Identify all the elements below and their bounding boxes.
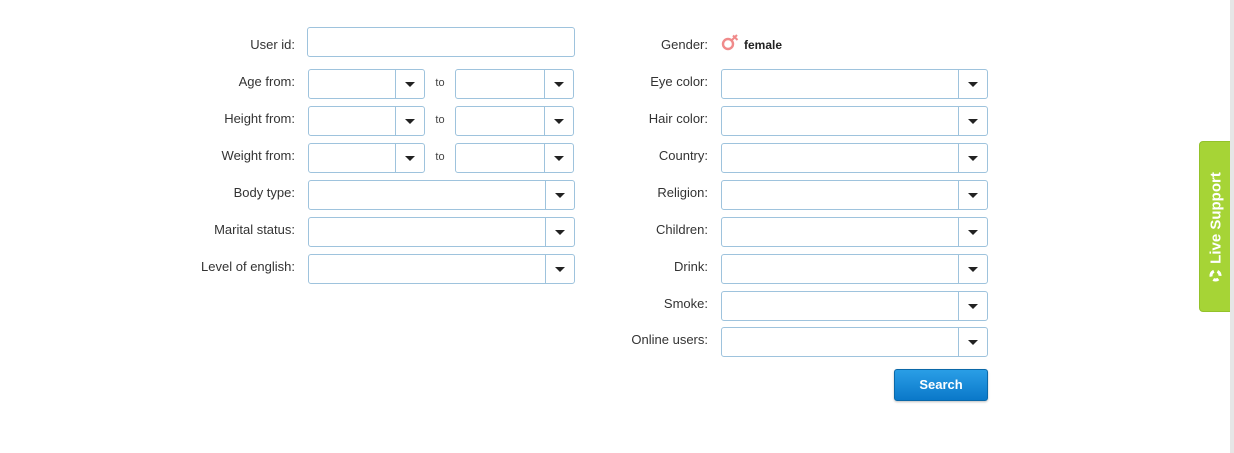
- height-to-label: to: [435, 114, 445, 126]
- chevron-down-icon[interactable]: [958, 255, 987, 283]
- body-type-select[interactable]: [308, 180, 575, 210]
- hair-color-select[interactable]: [721, 106, 988, 136]
- religion-select[interactable]: [721, 180, 988, 210]
- drink-label: Drink:: [674, 259, 708, 274]
- weight-to-select[interactable]: [455, 143, 574, 173]
- live-support-label: Live Support: [1206, 171, 1224, 264]
- chevron-down-icon[interactable]: [545, 218, 574, 246]
- country-label: Country:: [658, 148, 708, 163]
- body-type-label: Body type:: [233, 185, 295, 200]
- weight-from-select[interactable]: [308, 143, 425, 173]
- hair-color-label: Hair color:: [648, 111, 708, 126]
- children-label: Children:: [655, 222, 708, 237]
- user-id-field[interactable]: [307, 27, 575, 57]
- eye-color-label: Eye color:: [650, 74, 708, 89]
- chevron-down-icon[interactable]: [958, 292, 987, 320]
- drink-select[interactable]: [721, 254, 988, 284]
- level-of-english-select[interactable]: [308, 254, 575, 284]
- gender-value: female: [744, 38, 783, 52]
- age-to-label: to: [435, 77, 445, 89]
- chevron-down-icon[interactable]: [958, 107, 987, 135]
- chevron-down-icon[interactable]: [958, 144, 987, 172]
- lifebuoy-icon: [1209, 269, 1221, 282]
- search-button[interactable]: Search: [894, 369, 988, 401]
- level-of-english-label: Level of english:: [201, 259, 295, 274]
- age-to-select[interactable]: [455, 69, 574, 99]
- age-from-select[interactable]: [308, 69, 425, 99]
- online-users-label: Online users:: [631, 332, 708, 347]
- user-id-label: User id:: [250, 37, 295, 52]
- marital-status-select[interactable]: [308, 217, 575, 247]
- weight-to-label: to: [435, 151, 445, 163]
- female-symbol-icon: [721, 34, 739, 51]
- gender-label: Gender:: [661, 37, 708, 52]
- live-support-tab[interactable]: Live Support: [1199, 141, 1231, 312]
- chevron-down-icon[interactable]: [958, 328, 987, 356]
- smoke-label: Smoke:: [663, 296, 708, 311]
- weight-from-label: Weight from:: [221, 148, 295, 163]
- scrollbar[interactable]: [1230, 0, 1234, 453]
- online-users-select[interactable]: [721, 327, 988, 357]
- chevron-down-icon[interactable]: [958, 181, 987, 209]
- smoke-select[interactable]: [721, 291, 988, 321]
- age-from-label: Age from:: [238, 74, 295, 89]
- chevron-down-icon[interactable]: [544, 107, 573, 135]
- chevron-down-icon[interactable]: [958, 218, 987, 246]
- country-select[interactable]: [721, 143, 988, 173]
- children-select[interactable]: [721, 217, 988, 247]
- chevron-down-icon[interactable]: [395, 144, 424, 172]
- height-to-select[interactable]: [455, 106, 574, 136]
- chevron-down-icon[interactable]: [545, 181, 574, 209]
- chevron-down-icon[interactable]: [395, 70, 424, 98]
- height-from-select[interactable]: [308, 106, 425, 136]
- chevron-down-icon[interactable]: [958, 70, 987, 98]
- height-from-label: Height from:: [224, 111, 295, 126]
- eye-color-select[interactable]: [721, 69, 988, 99]
- chevron-down-icon[interactable]: [544, 144, 573, 172]
- user-id-input[interactable]: [308, 28, 574, 56]
- marital-status-label: Marital status:: [214, 222, 295, 237]
- chevron-down-icon[interactable]: [395, 107, 424, 135]
- religion-label: Religion:: [657, 185, 708, 200]
- chevron-down-icon[interactable]: [544, 70, 573, 98]
- chevron-down-icon[interactable]: [545, 255, 574, 283]
